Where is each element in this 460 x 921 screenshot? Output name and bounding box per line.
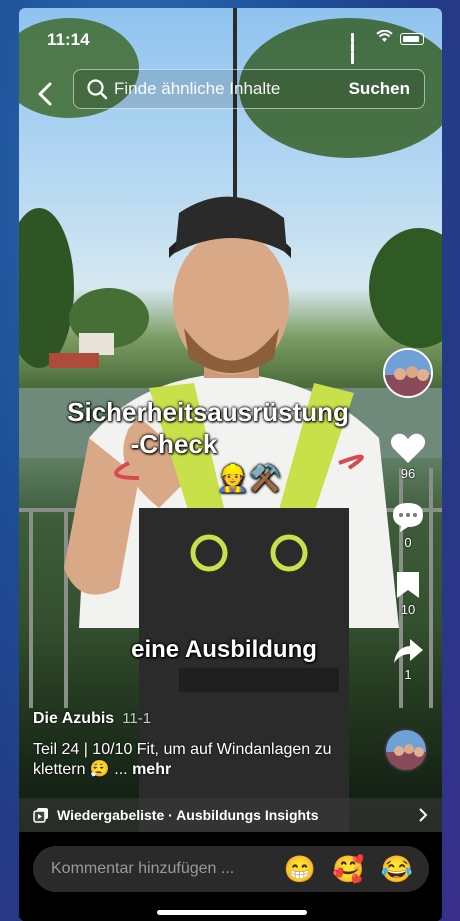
- share-button[interactable]: 1: [392, 637, 424, 682]
- author-name[interactable]: Die Azubis: [33, 710, 114, 727]
- emoji-laugh-button[interactable]: 😂: [381, 856, 413, 882]
- comment-bubble-icon: [393, 503, 423, 532]
- save-count: 10: [400, 602, 416, 617]
- battery-icon: [400, 33, 424, 45]
- heart-icon: [390, 433, 426, 463]
- home-indicator: [157, 910, 307, 915]
- search-icon: [87, 79, 108, 100]
- chevron-left-icon: [38, 82, 52, 106]
- caption[interactable]: Teil 24 | 10/10 Fit, um auf Windanlagen …: [33, 740, 363, 780]
- post-date: 11-1: [122, 710, 152, 727]
- overlay-title-line2: -Check: [130, 429, 218, 459]
- playlist-icon: [33, 808, 48, 823]
- comment-input-box[interactable]: Kommentar hinzufügen ... 😁 🥰 😂: [33, 846, 429, 892]
- comment-bar: Kommentar hinzufügen ... 😁 🥰 😂: [19, 832, 442, 921]
- emoji-grin-button[interactable]: 😁: [284, 856, 316, 882]
- status-icons: [351, 29, 424, 64]
- share-count: 1: [404, 667, 412, 682]
- comment-input[interactable]: Kommentar hinzufügen ...: [51, 860, 284, 878]
- avatar-image: [385, 350, 431, 396]
- overlay-title-line1: Sicherheitsausrüstung: [67, 397, 349, 427]
- comment-count: 0: [404, 535, 412, 550]
- cellular-signal-icon: [351, 33, 369, 64]
- creator-avatar[interactable]: [383, 348, 433, 398]
- action-rail: 96 0 10 1: [382, 348, 434, 682]
- video-player[interactable]: 11:14 Finde ähnliche Inhalte Suchen Sich…: [19, 8, 442, 832]
- chevron-right-icon: [419, 808, 428, 822]
- back-button[interactable]: [33, 80, 57, 108]
- search-bar[interactable]: Finde ähnliche Inhalte Suchen: [73, 69, 425, 109]
- sound-disc[interactable]: [384, 728, 428, 772]
- like-count: 96: [400, 466, 416, 481]
- status-time: 11:14: [47, 30, 90, 49]
- phone-screen: 11:14 Finde ähnliche Inhalte Suchen Sich…: [19, 8, 442, 921]
- more-link[interactable]: mehr: [132, 761, 171, 778]
- comment-button[interactable]: 0: [391, 501, 425, 550]
- author-line[interactable]: Die Azubis 11-1: [33, 710, 151, 728]
- wifi-icon: [376, 29, 393, 48]
- caption-text: Teil 24 | 10/10 Fit, um auf Windanlagen …: [33, 741, 332, 778]
- share-arrow-icon: [394, 639, 423, 663]
- playlist-label: Wiedergabeliste · Ausbildungs Insights: [57, 807, 319, 823]
- overlay-subtitle: eine Ausbildung: [131, 636, 317, 663]
- save-button[interactable]: 10: [395, 570, 421, 617]
- emoji-love-button[interactable]: 🥰: [332, 856, 364, 882]
- bookmark-icon: [397, 572, 419, 598]
- overlay-title-emoji: 👷⚒️: [216, 463, 282, 493]
- like-button[interactable]: 96: [390, 432, 426, 481]
- search-submit-button[interactable]: Suchen: [349, 79, 410, 99]
- playlist-bar[interactable]: Wiedergabeliste · Ausbildungs Insights: [19, 798, 442, 832]
- search-input[interactable]: Finde ähnliche Inhalte: [114, 79, 349, 99]
